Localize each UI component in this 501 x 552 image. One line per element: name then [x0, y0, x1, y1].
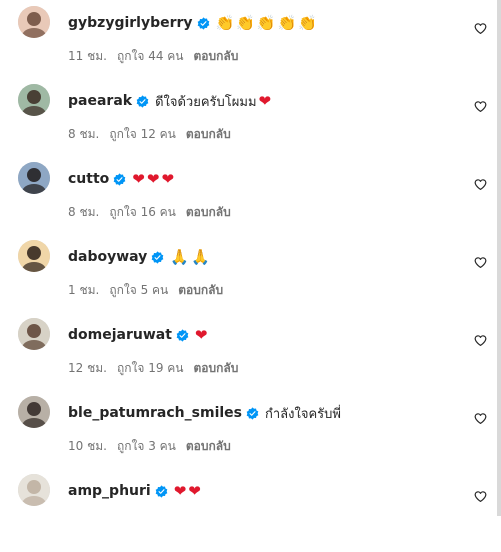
heart-outline-icon[interactable]	[474, 490, 487, 503]
emoji: 🙏	[191, 247, 210, 266]
reply-button[interactable]: ตอบกลับ	[186, 205, 231, 219]
emoji: 👏	[215, 13, 235, 32]
verified-badge-icon	[151, 250, 164, 264]
heart-emoji: ❤	[194, 325, 208, 344]
heart-outline-icon[interactable]	[474, 100, 487, 113]
heart-outline-icon[interactable]	[474, 334, 487, 347]
heart-emoji: ❤	[132, 169, 145, 188]
username-link[interactable]: paearak	[68, 93, 132, 109]
emoji: 👏	[236, 13, 255, 32]
username-link[interactable]: domejaruwat	[68, 327, 172, 343]
comment-header: daboyway 🙏 🙏	[68, 247, 210, 267]
heart-emoji: ❤	[173, 481, 187, 500]
comment-item: amp_phuri ❤ ❤	[0, 474, 497, 552]
comment-item: paearak ดีใจด้วยครับโผมม ❤ 8 ชม. ถูกใจ 12 คน…	[0, 84, 497, 162]
timestamp: 10 ชม.	[68, 439, 107, 453]
heart-emoji: ❤	[258, 91, 272, 110]
comment-header: domejaruwat ❤	[68, 325, 208, 345]
avatar[interactable]	[18, 6, 50, 38]
timestamp: 8 ชม.	[68, 205, 100, 219]
verified-badge-icon	[113, 172, 126, 186]
comment-item: domejaruwat ❤ 12 ชม. ถูกใจ 19 คน ตอบกลับ	[0, 318, 497, 396]
comment-text: ❤	[194, 325, 208, 344]
timestamp: 8 ชม.	[68, 127, 100, 141]
reply-button[interactable]: ตอบกลับ	[194, 49, 239, 63]
heart-outline-icon[interactable]	[474, 178, 487, 191]
avatar[interactable]	[18, 240, 50, 272]
comment-text: 🙏 🙏	[170, 247, 210, 266]
username-link[interactable]: daboyway	[68, 249, 147, 265]
comment-header: gybzygirlyberry 👏 👏 👏 👏 👏	[68, 13, 317, 33]
comment-body: กำลังใจครับพี่	[265, 406, 341, 422]
avatar[interactable]	[18, 318, 50, 350]
emoji: 🙏	[170, 247, 189, 266]
verified-badge-icon	[136, 94, 149, 108]
comment-item: ble_patumrach_smiles กำลังใจครับพี่ 10 ชม.…	[0, 396, 497, 474]
comment-meta: 8 ชม. ถูกใจ 12 คน ตอบกลับ	[68, 125, 241, 144]
like-count[interactable]: ถูกใจ 19 คน	[117, 361, 184, 375]
comment-header: amp_phuri ❤ ❤	[68, 481, 201, 501]
username-link[interactable]: cutto	[68, 171, 109, 187]
username-link[interactable]: ble_patumrach_smiles	[68, 405, 242, 421]
username-link[interactable]: gybzygirlyberry	[68, 15, 193, 31]
heart-outline-icon[interactable]	[474, 256, 487, 269]
comment-item: cutto ❤ ❤ ❤ 8 ชม. ถูกใจ 16 คน ตอบกลับ	[0, 162, 497, 240]
reply-button[interactable]: ตอบกลับ	[178, 283, 223, 297]
comment-meta: 10 ชม. ถูกใจ 3 คน ตอบกลับ	[68, 437, 241, 456]
timestamp: 1 ชม.	[68, 283, 100, 297]
reply-button[interactable]: ตอบกลับ	[194, 361, 239, 375]
comment-meta: 11 ชม. ถูกใจ 44 คน ตอบกลับ	[68, 47, 248, 66]
comment-meta: 12 ชม. ถูกใจ 19 คน ตอบกลับ	[68, 359, 248, 378]
username-link[interactable]: amp_phuri	[68, 483, 151, 499]
avatar[interactable]	[18, 474, 50, 506]
verified-badge-icon	[197, 16, 210, 30]
comment-meta: 1 ชม. ถูกใจ 5 คน ตอบกลับ	[68, 281, 233, 300]
verified-badge-icon	[155, 484, 168, 498]
comment-item: daboyway 🙏 🙏 1 ชม. ถูกใจ 5 คน ตอบกลับ	[0, 240, 497, 318]
comment-text: ❤ ❤	[173, 481, 201, 500]
comment-text: กำลังใจครับพี่	[265, 403, 341, 424]
comment-header: ble_patumrach_smiles กำลังใจครับพี่	[68, 403, 341, 423]
like-count[interactable]: ถูกใจ 16 คน	[109, 205, 176, 219]
comment-header: cutto ❤ ❤ ❤	[68, 169, 174, 189]
like-count[interactable]: ถูกใจ 12 คน	[109, 127, 176, 141]
comment-text: 👏 👏 👏 👏 👏	[215, 13, 317, 32]
emoji: 👏	[298, 13, 317, 32]
comment-text: ดีใจด้วยครับโผมม ❤	[155, 91, 271, 112]
scrollbar-edge[interactable]	[497, 0, 501, 516]
timestamp: 11 ชม.	[68, 49, 107, 63]
heart-emoji: ❤	[161, 169, 175, 188]
reply-button[interactable]: ตอบกลับ	[186, 127, 231, 141]
heart-outline-icon[interactable]	[474, 412, 487, 425]
like-count[interactable]: ถูกใจ 44 คน	[117, 49, 184, 63]
avatar[interactable]	[18, 396, 50, 428]
heart-outline-icon[interactable]	[474, 22, 487, 35]
avatar[interactable]	[18, 84, 50, 116]
verified-badge-icon	[176, 328, 189, 342]
heart-emoji: ❤	[188, 481, 201, 500]
emoji: 👏	[256, 13, 276, 32]
heart-emoji: ❤	[146, 169, 160, 188]
like-count[interactable]: ถูกใจ 5 คน	[109, 283, 168, 297]
timestamp: 12 ชม.	[68, 361, 107, 375]
comment-text: ❤ ❤ ❤	[132, 169, 175, 188]
comment-meta: 8 ชม. ถูกใจ 16 คน ตอบกลับ	[68, 203, 241, 222]
emoji: 👏	[277, 13, 297, 32]
verified-badge-icon	[246, 406, 259, 420]
like-count[interactable]: ถูกใจ 3 คน	[117, 439, 176, 453]
reply-button[interactable]: ตอบกลับ	[186, 439, 231, 453]
comment-item: gybzygirlyberry 👏 👏 👏 👏 👏 11 ชม. ถูกใจ 44 คน ตอบ…	[0, 6, 497, 84]
avatar[interactable]	[18, 162, 50, 194]
comment-header: paearak ดีใจด้วยครับโผมม ❤	[68, 91, 271, 111]
comment-body: ดีใจด้วยครับโผมม	[155, 94, 257, 110]
